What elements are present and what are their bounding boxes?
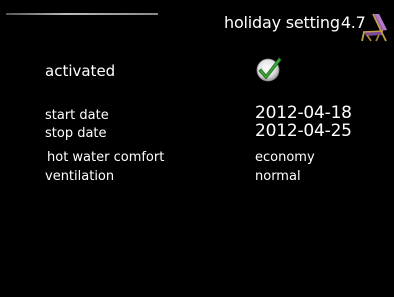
ventilation-value[interactable]: normal (255, 169, 301, 184)
activated-label: activated (45, 62, 116, 80)
stop-date-value[interactable]: 2012-04-25 (255, 121, 352, 141)
hot-water-comfort-label: hot water comfort (47, 150, 165, 165)
header-divider (6, 13, 158, 15)
stop-date-label: stop date (45, 126, 107, 141)
holiday-setting-screen: holiday setting4.7 activated start date … (0, 0, 394, 297)
start-date-value[interactable]: 2012-04-18 (255, 103, 352, 123)
checkmark-icon[interactable] (255, 55, 283, 83)
ventilation-label: ventilation (45, 169, 115, 184)
deck-chair-icon (361, 13, 387, 42)
page-title: holiday setting4.7 (224, 13, 366, 32)
hot-water-comfort-value[interactable]: economy (255, 150, 315, 165)
page-title-text: holiday setting (224, 13, 340, 32)
start-date-label: start date (45, 108, 109, 123)
